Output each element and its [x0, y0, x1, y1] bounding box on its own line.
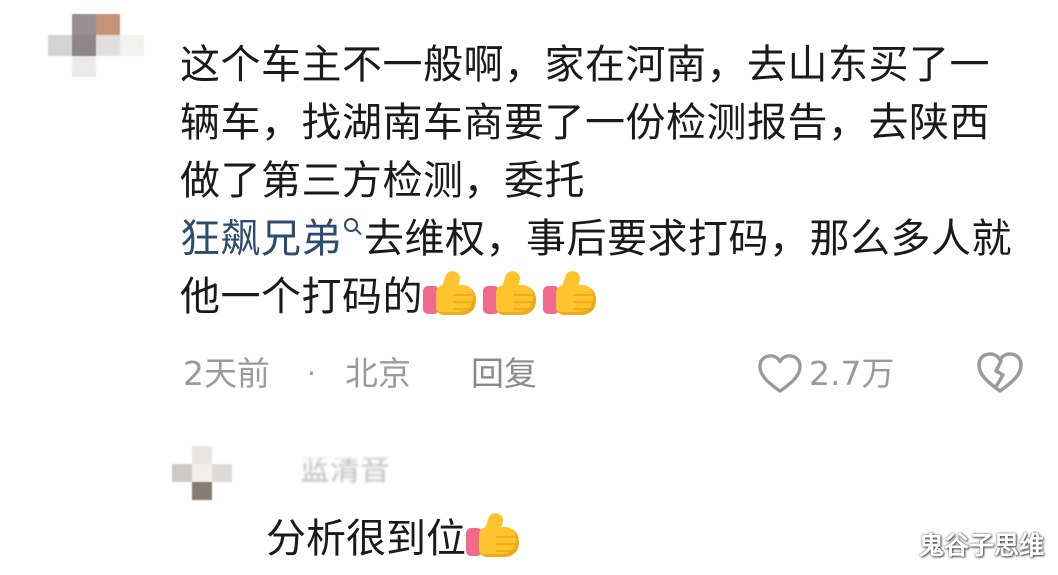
meta-separator: · [307, 357, 316, 390]
comment-text: 这个车主不一般啊，家在河南，去山东买了一辆车，找湖南车商要了一份检测报告，去陕西… [180, 36, 1030, 326]
reply-button[interactable]: 回复 [471, 346, 537, 402]
thumbs-up-emoji [483, 269, 541, 316]
reply-avatar[interactable] [172, 446, 232, 500]
comment-text-part1: 这个车主不一般啊，家在河南，去山东买了一辆车，找湖南车商要了一份检测报告，去陕西… [180, 42, 990, 204]
broken-heart-icon[interactable] [976, 351, 1024, 395]
mention-link[interactable]: 狂飙兄弟 [180, 216, 342, 262]
search-icon[interactable] [344, 218, 358, 232]
thumbs-up-emoji [423, 269, 481, 316]
thumbs-up-emoji-group [423, 269, 603, 320]
heart-outline-icon [758, 354, 802, 393]
comment-time: 2天前 [183, 354, 270, 393]
watermark: 鬼谷子思维 [918, 531, 1044, 560]
like-button[interactable]: 2.7万 [757, 351, 894, 397]
commenter-avatar[interactable] [48, 14, 144, 77]
thumbs-up-emoji [466, 511, 524, 558]
reply-text-body: 分析很到位 [266, 516, 466, 562]
like-count: 2.7万 [809, 354, 895, 393]
thumbs-up-emoji-group [466, 511, 526, 562]
comment-location: 北京 [345, 354, 411, 393]
thumbs-up-emoji [543, 269, 601, 316]
comment-meta: 2天前 · 北京 回复 [183, 346, 1033, 402]
reply-username[interactable]: 蓝清音 [300, 458, 435, 483]
reply-text: 分析很到位 [266, 509, 526, 569]
